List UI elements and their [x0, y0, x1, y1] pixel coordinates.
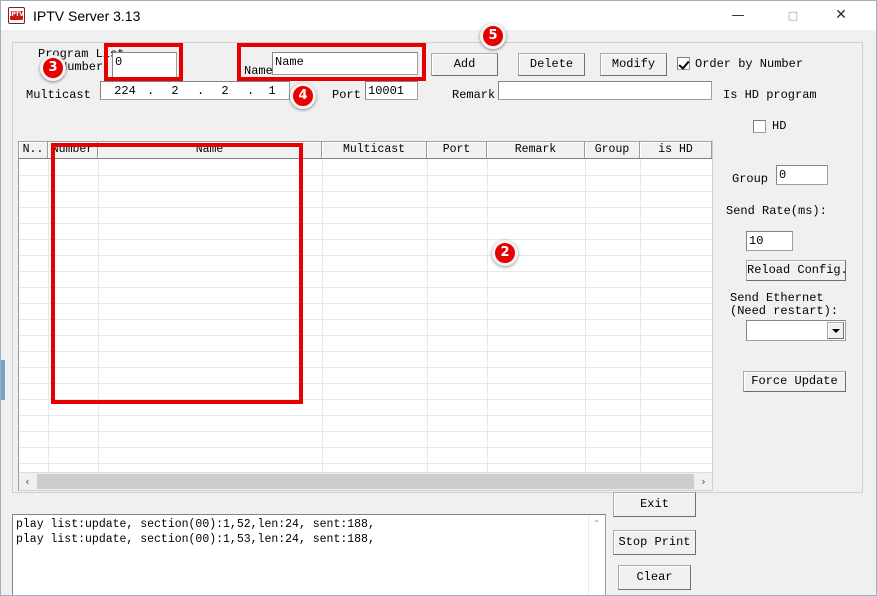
multicast-label: Multicast	[26, 88, 91, 102]
hscroll-thumb[interactable]	[37, 474, 694, 489]
side-panel: Is HD program HD Group 0 Send Rate(ms): …	[723, 42, 863, 493]
table-column-divider	[322, 159, 323, 472]
title-bar: IPTV IPTV Server 3.13 — □ ✕	[1, 1, 876, 30]
scroll-right-icon[interactable]: ›	[695, 473, 712, 490]
table-header-multicast[interactable]: Multicast	[322, 142, 427, 158]
ethernet-select[interactable]: Default	[746, 320, 846, 341]
table-column-divider	[98, 159, 99, 472]
is-hd-program-label: Is HD program	[723, 88, 817, 102]
group-label: Group	[732, 172, 768, 186]
table-row-divider	[19, 367, 712, 368]
close-icon: ✕	[818, 1, 864, 30]
table-body[interactable]	[19, 159, 712, 472]
send-ethernet-sublabel: (Need restart):	[730, 304, 838, 318]
force-update-button[interactable]: Force Update	[743, 371, 846, 392]
window-edge-decoration	[1, 360, 5, 400]
table-row-divider	[19, 239, 712, 240]
table-header-row: N..NumberNameMulticastPortRemarkGroupis …	[19, 142, 712, 159]
client-area: Program List Number 0 Name Name Multicas…	[1, 30, 877, 596]
send-rate-label: Send Rate(ms):	[726, 204, 827, 218]
multicast-dot-1: .	[147, 82, 155, 99]
hd-checkbox[interactable]	[753, 120, 766, 133]
table-row-divider	[19, 351, 712, 352]
table-header-number[interactable]: Number	[48, 142, 98, 158]
table-row-divider	[19, 319, 712, 320]
reload-config-button[interactable]: Reload Config.	[746, 260, 846, 281]
minimize-button[interactable]: —	[715, 1, 761, 30]
clear-button[interactable]: Clear	[618, 565, 691, 590]
number-label: Number	[60, 60, 103, 74]
maximize-icon: □	[770, 1, 816, 30]
multicast-octet-1[interactable]: 224	[105, 82, 145, 99]
number-input[interactable]: 0	[112, 52, 177, 78]
table-column-divider	[585, 159, 586, 472]
log-vertical-scrollbar[interactable]: ⌃ ⌄	[588, 515, 605, 596]
multicast-address-input[interactable]: 224 . 2 . 2 . 1	[100, 81, 290, 100]
send-ethernet-label: Send Ethernet	[730, 291, 824, 305]
order-by-number-checkbox[interactable]	[677, 57, 690, 70]
add-button[interactable]: Add	[431, 53, 498, 76]
name-input[interactable]: Name	[272, 52, 418, 75]
table-header-remark[interactable]: Remark	[487, 142, 585, 158]
name-label: Name	[244, 64, 273, 78]
table-row-divider	[19, 223, 712, 224]
maximize-button[interactable]: □	[770, 1, 816, 30]
table-header-group[interactable]: Group	[585, 142, 640, 158]
table-column-divider	[48, 159, 49, 472]
stop-print-button[interactable]: Stop Print	[613, 530, 696, 555]
scroll-left-icon[interactable]: ‹	[19, 473, 36, 490]
minimize-icon: —	[715, 1, 761, 30]
table-row-divider	[19, 383, 712, 384]
remark-input[interactable]	[498, 81, 712, 100]
chevron-down-icon[interactable]	[827, 322, 844, 339]
table-row-divider	[19, 399, 712, 400]
log-text: play list:update, section(00):1,52,len:2…	[16, 517, 587, 547]
table-header-name[interactable]: Name	[98, 142, 322, 158]
table-column-divider	[427, 159, 428, 472]
log-output[interactable]: play list:update, section(00):1,52,len:2…	[12, 514, 606, 596]
send-rate-input[interactable]: 10	[746, 231, 793, 251]
close-button[interactable]: ✕	[818, 1, 864, 30]
table-header-is-hd[interactable]: is HD	[640, 142, 712, 158]
hd-label: HD	[772, 119, 786, 133]
table-row-divider	[19, 431, 712, 432]
port-label: Port	[332, 88, 361, 102]
table-row-divider	[19, 303, 712, 304]
table-header-port[interactable]: Port	[427, 142, 487, 158]
table-row-divider	[19, 447, 712, 448]
delete-button[interactable]: Delete	[518, 53, 585, 76]
table-horizontal-scrollbar[interactable]: ‹ ›	[19, 472, 712, 490]
app-icon-label: IPTV	[9, 10, 24, 19]
table-row-divider	[19, 271, 712, 272]
table-row-divider	[19, 175, 712, 176]
table-column-divider	[640, 159, 641, 472]
remark-label: Remark	[452, 88, 495, 102]
iptv-app-icon: IPTV	[8, 7, 25, 24]
table-row-divider	[19, 207, 712, 208]
table-row-divider	[19, 191, 712, 192]
modify-button[interactable]: Modify	[600, 53, 667, 76]
window-title: IPTV Server 3.13	[33, 6, 140, 26]
table-row-divider	[19, 463, 712, 464]
table-row-divider	[19, 255, 712, 256]
program-table[interactable]: N..NumberNameMulticastPortRemarkGroupis …	[18, 141, 713, 491]
multicast-dot-3: .	[247, 82, 255, 99]
scroll-up-icon[interactable]: ⌃	[589, 517, 604, 533]
table-row-divider	[19, 287, 712, 288]
multicast-octet-2[interactable]: 2	[155, 82, 195, 99]
group-input[interactable]: 0	[776, 165, 828, 185]
table-header-n-[interactable]: N..	[19, 142, 48, 158]
multicast-dot-2: .	[197, 82, 205, 99]
app-window: IPTV IPTV Server 3.13 — □ ✕ Program List…	[0, 0, 877, 596]
table-row-divider	[19, 415, 712, 416]
table-row-divider	[19, 335, 712, 336]
multicast-octet-3[interactable]: 2	[205, 82, 245, 99]
exit-button[interactable]: Exit	[613, 492, 696, 517]
port-input[interactable]: 10001	[365, 81, 418, 100]
multicast-octet-4[interactable]: 1	[255, 82, 289, 99]
table-column-divider	[487, 159, 488, 472]
